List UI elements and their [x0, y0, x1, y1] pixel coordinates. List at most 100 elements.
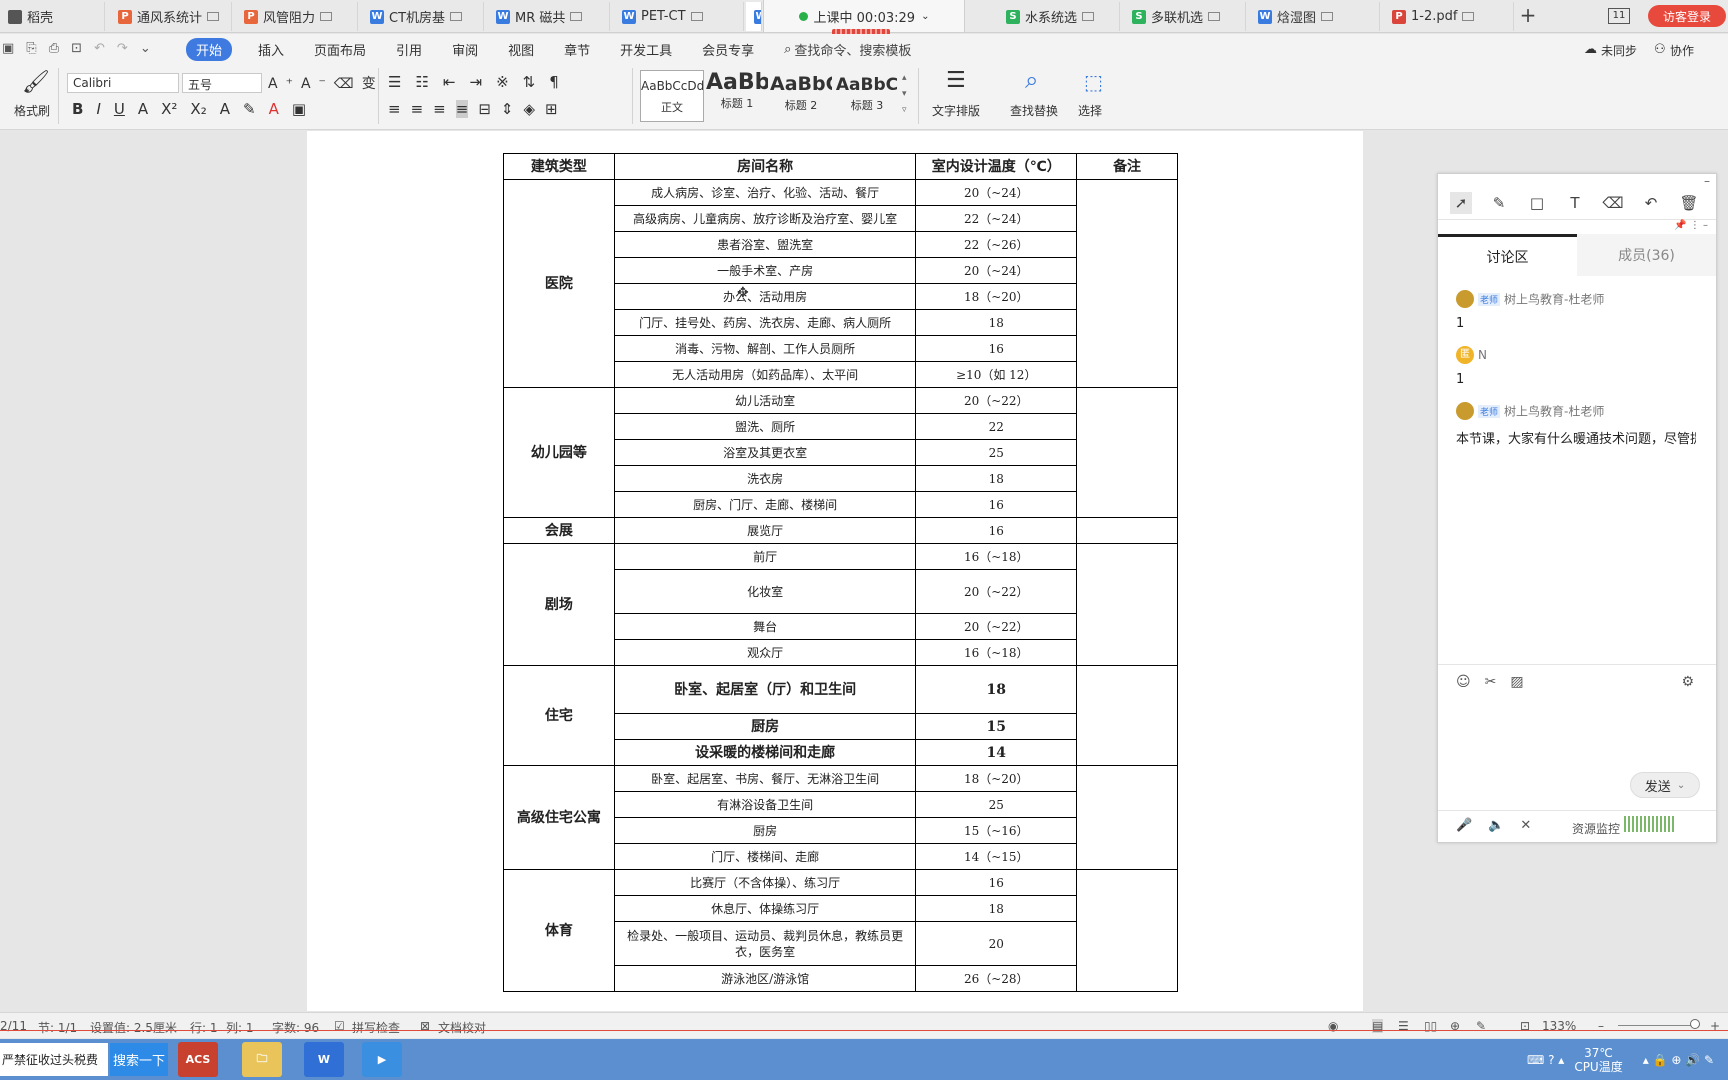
tray-more-icons[interactable]: ▴ 🔒 ⊕ 🔊 ✎: [1643, 1053, 1714, 1067]
tab-doc[interactable]: P 风管阻力: [236, 2, 358, 31]
tab-doc[interactable]: S 水系统选: [998, 2, 1120, 31]
text-layout-icon[interactable]: ☰: [946, 68, 966, 93]
login-button[interactable]: 访客登录: [1648, 5, 1726, 27]
style-heading2[interactable]: AaBbC 标题 2: [770, 70, 832, 122]
document-page[interactable]: 建筑类型 房间名称 室内设计温度（℃） 备注 医院 成人病房、诊室、治疗、化验、活…: [307, 131, 1363, 1011]
menu-review[interactable]: 审阅: [452, 40, 478, 59]
tab-members[interactable]: 成员(36): [1577, 234, 1716, 276]
line-spacing-icon[interactable]: ⇕: [501, 100, 514, 118]
emoji-icon[interactable]: ☺: [1456, 674, 1471, 690]
collab-button[interactable]: 协作: [1670, 42, 1694, 59]
tab-daoke[interactable]: 稻壳: [0, 2, 105, 31]
tab-discussion[interactable]: 讨论区: [1438, 234, 1577, 276]
scissors-icon[interactable]: ✂: [1485, 674, 1497, 690]
taskbar-search-button[interactable]: 搜索一下: [110, 1043, 168, 1076]
speaker-icon[interactable]: 🔈: [1488, 818, 1504, 833]
pointer-icon[interactable]: ➚: [1450, 191, 1472, 214]
export-icon[interactable]: ⎘: [26, 41, 36, 56]
player-app-icon[interactable]: ▶: [362, 1042, 402, 1077]
eraser-icon[interactable]: ⌫: [1602, 192, 1624, 214]
word-count[interactable]: 字数: 96: [272, 1019, 319, 1036]
trash-icon[interactable]: 🗑: [1678, 192, 1700, 214]
settings-icon[interactable]: ⚙: [1681, 674, 1694, 690]
menu-member[interactable]: 会员专享: [702, 40, 754, 59]
shading-icon[interactable]: ◈: [523, 100, 535, 118]
font-color-icon[interactable]: A: [269, 100, 279, 118]
italic-icon[interactable]: I: [96, 100, 100, 118]
new-tab-button[interactable]: +: [1516, 3, 1540, 29]
distributed-icon[interactable]: ⊟: [478, 100, 491, 118]
align-center-icon[interactable]: ≡: [411, 100, 424, 118]
zoom-slider[interactable]: [1618, 1025, 1698, 1026]
more-icon[interactable]: ⌄: [140, 41, 151, 56]
indent-icon[interactable]: ⇥: [469, 73, 482, 91]
style-heading1[interactable]: AaBb 标题 1: [706, 70, 768, 122]
tab-doc[interactable]: P 通风系统计: [110, 2, 232, 31]
image-icon[interactable]: ▨: [1510, 674, 1523, 690]
format-painter-label[interactable]: 格式刷: [14, 102, 50, 119]
pen-icon[interactable]: ✎: [1488, 192, 1510, 214]
highlight-icon[interactable]: ✎: [243, 100, 256, 118]
chinese-layout-icon[interactable]: ※: [496, 73, 509, 91]
align-right-icon[interactable]: ≡: [433, 100, 446, 118]
command-search[interactable]: 查找命令、搜索模板: [794, 40, 911, 59]
underline-icon[interactable]: U: [114, 100, 125, 118]
cpu-temp[interactable]: 37℃ CPU温度: [1574, 1046, 1622, 1074]
menu-reference[interactable]: 引用: [396, 40, 422, 59]
chevron-down-icon[interactable]: ⌄: [921, 11, 929, 22]
tray-icons[interactable]: ⌨ ? ▴: [1527, 1053, 1564, 1067]
tab-doc[interactable]: W MR 磁共: [488, 2, 610, 31]
find-replace-label[interactable]: 查找替换: [1010, 102, 1058, 119]
subscript-icon[interactable]: X₂: [190, 100, 206, 118]
select-label[interactable]: 选择: [1078, 102, 1102, 119]
char-border-icon[interactable]: ▣: [292, 100, 306, 118]
find-icon[interactable]: ⌕: [1025, 66, 1038, 94]
rectangle-icon[interactable]: □: [1526, 192, 1548, 214]
menu-layout[interactable]: 页面布局: [314, 40, 366, 59]
number-list-icon[interactable]: ☷: [415, 73, 428, 91]
proofread[interactable]: 文档校对: [438, 1019, 486, 1036]
wps-app-icon[interactable]: W: [304, 1042, 344, 1077]
menu-view[interactable]: 视图: [508, 40, 534, 59]
strike-icon[interactable]: A: [138, 100, 148, 118]
text-layout-label[interactable]: 文字排版: [932, 102, 980, 119]
font-size-buttons[interactable]: A⁺A⁻⌫变: [268, 73, 384, 93]
save-icon[interactable]: ▣: [2, 41, 14, 56]
border-icon[interactable]: ⊞: [545, 100, 558, 118]
style-normal[interactable]: AaBbCcDd 正文: [640, 70, 704, 122]
tab-doc[interactable]: W PET-CT: [614, 2, 744, 31]
tab-doc[interactable]: W 焓湿图: [1250, 2, 1380, 31]
select-icon[interactable]: ⬚: [1084, 70, 1103, 94]
align-left-icon[interactable]: ≡: [388, 100, 401, 118]
text-tool-icon[interactable]: T: [1564, 192, 1586, 214]
menu-section[interactable]: 章节: [564, 40, 590, 59]
mic-off-icon[interactable]: ✕: [1520, 818, 1531, 833]
show-marks-icon[interactable]: ¶: [549, 73, 559, 91]
redo-icon[interactable]: ↷: [117, 41, 128, 56]
undo-icon[interactable]: ↶: [1640, 192, 1662, 214]
font-size-select[interactable]: 五号: [182, 73, 262, 93]
resource-monitor[interactable]: 资源监控: [1572, 820, 1620, 837]
bold-icon[interactable]: B: [72, 100, 83, 118]
zoom-slider-thumb[interactable]: [1690, 1019, 1700, 1029]
spell-check[interactable]: 拼写检查: [352, 1019, 400, 1036]
pin-icon[interactable]: 📌 ⋮ –: [1674, 220, 1708, 231]
window-count-icon[interactable]: 11: [1608, 8, 1630, 24]
bullet-list-icon[interactable]: ☰: [388, 73, 401, 91]
sync-status[interactable]: 未同步: [1601, 42, 1637, 59]
folder-app-icon[interactable]: 🗀: [242, 1042, 282, 1077]
menu-insert[interactable]: 插入: [258, 40, 284, 59]
menu-start[interactable]: 开始: [186, 37, 233, 61]
justify-icon[interactable]: ≡: [455, 100, 469, 118]
text-effect-icon[interactable]: A: [220, 100, 230, 118]
acs-app-icon[interactable]: ACS: [178, 1042, 218, 1077]
sort-icon[interactable]: ⇅: [523, 73, 536, 91]
style-heading3[interactable]: AaBbC 标题 3: [834, 70, 900, 122]
microphone-icon[interactable]: 🎤: [1456, 818, 1472, 833]
font-family-select[interactable]: Calibri: [67, 73, 179, 93]
send-button[interactable]: 发送 ⌄: [1630, 772, 1700, 798]
print-icon[interactable]: ⎙: [49, 41, 59, 56]
class-status-bar[interactable]: 上课中 00:03:29 ⌄: [763, 0, 965, 36]
outdent-icon[interactable]: ⇤: [443, 73, 456, 91]
tab-doc[interactable]: S 多联机选: [1124, 2, 1246, 31]
